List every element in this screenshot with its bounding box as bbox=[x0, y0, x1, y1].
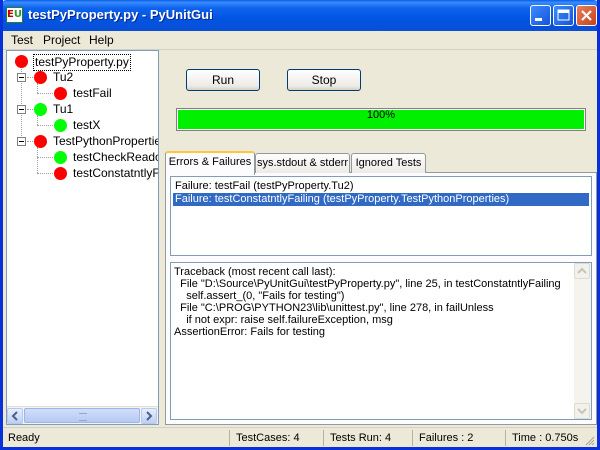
arrow-right-icon bbox=[146, 411, 153, 421]
minimize-icon bbox=[535, 18, 542, 21]
tree-line bbox=[37, 115, 38, 125]
progress-label: 100% bbox=[366, 109, 396, 121]
scroll-right-button[interactable] bbox=[141, 408, 157, 424]
tree-node-tu2[interactable]: Tu2 bbox=[53, 70, 73, 85]
tree-node-testfail[interactable]: testFail bbox=[73, 86, 112, 101]
error-item-selected[interactable]: Failure: testConstatntlyFailing (testPyP… bbox=[173, 193, 589, 206]
tree-line bbox=[37, 157, 53, 158]
arrow-up-icon bbox=[577, 267, 587, 274]
tree-line bbox=[37, 173, 53, 174]
grip-icon bbox=[79, 413, 87, 421]
scroll-thumb[interactable] bbox=[24, 408, 140, 423]
arrow-left-icon bbox=[11, 411, 18, 421]
scroll-left-button[interactable] bbox=[7, 408, 23, 424]
status-bar: Ready TestCases: 4 Tests Run: 4 Failures… bbox=[3, 427, 597, 447]
status-fail-icon bbox=[34, 135, 47, 148]
resize-grip-icon[interactable] bbox=[585, 436, 595, 446]
arrow-down-icon bbox=[577, 408, 587, 415]
status-ready: Ready bbox=[8, 432, 40, 444]
tree-content: testPyProperty.py Tu2 testFail Tu1 testX… bbox=[7, 51, 158, 405]
collapse-icon[interactable] bbox=[17, 137, 26, 146]
status-pass-icon bbox=[54, 119, 67, 132]
run-button[interactable]: Run bbox=[186, 69, 260, 91]
menu-bar: Test Project Help bbox=[3, 31, 597, 50]
status-pass-icon bbox=[54, 151, 67, 164]
tree-node-testpythonproperties[interactable]: TestPythonProperties bbox=[53, 134, 158, 149]
tree-node-testconstatntlyfailing[interactable]: testConstatntlyFailing bbox=[73, 166, 158, 181]
app-window: EU testPyProperty.py - PyUnitGui Test Pr… bbox=[0, 0, 600, 450]
tab-ignored-tests[interactable]: Ignored Tests bbox=[351, 153, 426, 173]
traceback-line: File "C:\PROG\PYTHON23\lib\unittest.py",… bbox=[174, 302, 494, 314]
traceback-line: self.assert_(0, "Fails for testing") bbox=[174, 290, 345, 302]
menu-project[interactable]: Project bbox=[43, 33, 80, 47]
menu-test[interactable]: Test bbox=[11, 33, 33, 47]
status-fail-icon bbox=[15, 55, 28, 68]
collapse-icon[interactable] bbox=[17, 105, 26, 114]
progress-bar: 100% bbox=[176, 108, 586, 131]
tree-node-tu1[interactable]: Tu1 bbox=[53, 102, 73, 117]
tree-line bbox=[37, 147, 38, 173]
scroll-down-button[interactable] bbox=[574, 403, 590, 419]
error-item[interactable]: Failure: testFail (testPyProperty.Tu2) bbox=[173, 180, 589, 193]
status-pass-icon bbox=[34, 103, 47, 116]
title-bar[interactable]: EU testPyProperty.py - PyUnitGui bbox=[3, 0, 597, 31]
status-time: Time : 0.750s bbox=[505, 430, 585, 446]
traceback-line: if not expr: raise self.failureException… bbox=[174, 314, 393, 326]
status-fail-icon bbox=[54, 167, 67, 180]
traceback-vertical-scrollbar[interactable] bbox=[574, 263, 591, 419]
maximize-button[interactable] bbox=[553, 5, 574, 26]
tree-node-root[interactable]: testPyProperty.py bbox=[33, 54, 131, 71]
tab-stdout-stderr[interactable]: sys.stdout & stderr bbox=[255, 153, 350, 173]
status-failures: Failures : 2 bbox=[412, 430, 504, 446]
status-fail-icon bbox=[54, 87, 67, 100]
status-testcases: TestCases: 4 bbox=[229, 430, 323, 446]
status-tests-run: Tests Run: 4 bbox=[323, 430, 411, 446]
tree-node-testcheckreadonly[interactable]: testCheckReadonly bbox=[73, 150, 158, 165]
errors-list[interactable]: Failure: testFail (testPyProperty.Tu2) F… bbox=[170, 176, 592, 256]
close-button[interactable] bbox=[576, 5, 597, 26]
maximize-icon bbox=[557, 9, 570, 21]
tree-line bbox=[37, 83, 38, 93]
status-fail-icon bbox=[34, 71, 47, 84]
tree-line bbox=[37, 93, 53, 94]
scroll-up-button[interactable] bbox=[574, 263, 590, 279]
test-tree[interactable]: testPyProperty.py Tu2 testFail Tu1 testX… bbox=[6, 50, 159, 425]
close-icon bbox=[581, 10, 592, 21]
collapse-icon[interactable] bbox=[17, 73, 26, 82]
traceback-line: File "D:\Source\PyUnitGui\testPyProperty… bbox=[174, 278, 561, 290]
traceback-view[interactable]: Traceback (most recent call last): File … bbox=[170, 262, 592, 420]
window-title: testPyProperty.py - PyUnitGui bbox=[28, 7, 213, 22]
tree-line bbox=[37, 125, 53, 126]
traceback-line: AssertionError: Fails for testing bbox=[174, 326, 325, 338]
tree-horizontal-scrollbar[interactable] bbox=[7, 406, 158, 424]
stop-button[interactable]: Stop bbox=[287, 69, 361, 91]
minimize-button[interactable] bbox=[530, 5, 551, 26]
menu-help[interactable]: Help bbox=[89, 33, 114, 47]
pyunit-app-icon: EU bbox=[6, 7, 23, 23]
traceback-line: Traceback (most recent call last): bbox=[174, 266, 336, 278]
tree-node-testx[interactable]: testX bbox=[73, 118, 100, 133]
tab-errors-failures[interactable]: Errors & Failures bbox=[165, 151, 255, 175]
